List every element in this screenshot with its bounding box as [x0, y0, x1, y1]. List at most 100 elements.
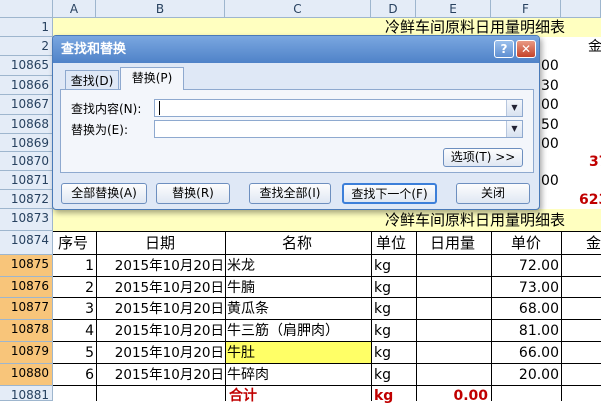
table-border	[53, 385, 601, 386]
cell-e10867[interactable]: 00	[541, 95, 559, 115]
cell-unit[interactable]: kg	[374, 278, 391, 298]
cell-date[interactable]: 2015年10月20日	[97, 256, 224, 276]
cell-date[interactable]: 2015年10月20日	[97, 299, 224, 319]
col-header-c[interactable]: C	[225, 0, 371, 18]
find-next-button[interactable]: 查找下一个(F)	[342, 183, 437, 204]
row-header[interactable]: 10866	[0, 76, 53, 95]
cell-e10871[interactable]: 00	[541, 171, 559, 191]
cell-name[interactable]: 牛碎肉	[227, 365, 269, 385]
th-unit[interactable]: 单位	[376, 233, 406, 253]
row-header[interactable]: 10874	[0, 231, 53, 255]
cell-e10868[interactable]: 50	[541, 115, 559, 135]
cell-unit[interactable]: kg	[374, 256, 391, 276]
row-header-selected[interactable]: 10878	[0, 320, 53, 342]
cell-e10869[interactable]: 00	[541, 134, 559, 154]
row-header-selected[interactable]: 10876	[0, 277, 53, 298]
col-header-b[interactable]: B	[96, 0, 225, 18]
cell-seq[interactable]: 2	[80, 278, 94, 298]
row-header[interactable]: 10871	[0, 171, 53, 190]
tab-find[interactable]: 查找(D)	[65, 70, 119, 89]
total-unit[interactable]: kg	[374, 386, 393, 406]
cell-price[interactable]: 68.00	[493, 299, 559, 319]
cell-unit[interactable]: kg	[374, 299, 391, 319]
cell-seq[interactable]: 3	[80, 299, 94, 319]
th-name[interactable]: 名称	[282, 233, 312, 253]
cell-date[interactable]: 2015年10月20日	[97, 278, 224, 298]
row-header[interactable]: 10865	[0, 56, 53, 76]
table-border	[371, 231, 372, 401]
row-header-selected[interactable]: 10880	[0, 364, 53, 386]
row-header[interactable]: 10870	[0, 152, 53, 171]
table-border	[53, 363, 601, 364]
col-header-f[interactable]: F	[491, 0, 561, 18]
cell-price[interactable]: 20.00	[493, 365, 559, 385]
cell-price[interactable]: 72.00	[493, 256, 559, 276]
cell-name[interactable]: 黄瓜条	[227, 299, 269, 319]
row-header[interactable]: 10873	[0, 209, 53, 231]
th-seq[interactable]: 序号	[58, 233, 88, 253]
cell-unit[interactable]: kg	[374, 365, 391, 385]
chevron-down-icon[interactable]: ▼	[506, 121, 522, 137]
find-replace-dialog[interactable]: 查找和替换 ? ✕ 查找(D) 替换(P) 查找内容(N): ▼ 替换为(E):…	[52, 35, 540, 210]
close-icon[interactable]: ✕	[516, 40, 536, 58]
col-header-e[interactable]: E	[416, 0, 491, 18]
row-header-selected[interactable]: 10875	[0, 255, 53, 277]
select-all-corner[interactable]	[0, 0, 53, 18]
row-header[interactable]: 10868	[0, 115, 53, 134]
text-cursor	[159, 101, 160, 115]
cell-price[interactable]: 66.00	[493, 343, 559, 363]
replace-with-input[interactable]: ▼	[154, 120, 523, 138]
cell-name-highlighted[interactable]: 牛肚	[227, 343, 255, 363]
col-g-header-top: 金	[588, 39, 601, 55]
row-header-selected[interactable]: 10879	[0, 342, 53, 364]
row-header[interactable]: 10881	[0, 386, 53, 402]
row-header[interactable]: 10867	[0, 95, 53, 115]
replace-button[interactable]: 替换(R)	[156, 183, 230, 204]
cell-g10872[interactable]: 623	[579, 190, 601, 210]
cell-g10870[interactable]: 37	[589, 152, 601, 172]
total-daily[interactable]: 0.00	[418, 386, 488, 406]
row-header[interactable]: 10869	[0, 134, 53, 152]
help-icon[interactable]: ?	[494, 40, 514, 58]
replace-all-button[interactable]: 全部替换(A)	[61, 183, 147, 204]
col-header-g[interactable]	[561, 0, 601, 18]
dialog-title: 查找和替换	[61, 42, 127, 57]
col-header-a[interactable]: A	[53, 0, 96, 18]
cell-unit[interactable]: kg	[374, 321, 391, 341]
cell-name[interactable]: 牛腩	[227, 278, 255, 298]
th-price[interactable]: 单价	[511, 233, 541, 253]
th-amount[interactable]: 金	[586, 233, 601, 253]
cell-date[interactable]: 2015年10月20日	[97, 321, 224, 341]
find-what-input[interactable]: ▼	[154, 99, 523, 117]
chevron-down-icon[interactable]: ▼	[506, 100, 522, 116]
find-all-button[interactable]: 查找全部(I)	[249, 183, 331, 204]
cell-seq[interactable]: 6	[80, 365, 94, 385]
row-header[interactable]: 2	[0, 37, 53, 56]
options-button[interactable]: 选项(T) >>	[443, 148, 523, 167]
cell-e10865[interactable]: 00	[541, 56, 559, 76]
tab-replace[interactable]: 替换(P)	[120, 67, 184, 90]
cell-unit[interactable]: kg	[374, 343, 391, 363]
row-header-selected[interactable]: 10877	[0, 298, 53, 320]
row-header[interactable]: 10872	[0, 190, 53, 209]
replace-with-label: 替换为(E):	[71, 123, 128, 137]
cell-seq[interactable]: 1	[80, 256, 94, 276]
sheet-title-top: 冷鲜车间原料日用量明细表	[385, 18, 566, 36]
row-header[interactable]: 1	[0, 18, 53, 37]
col-header-d[interactable]: D	[371, 0, 416, 18]
cell-date[interactable]: 2015年10月20日	[97, 343, 224, 363]
dialog-title-bar[interactable]: 查找和替换	[53, 36, 539, 63]
close-button[interactable]: 关闭	[456, 183, 530, 204]
cell-e10866[interactable]: 30	[541, 76, 559, 96]
cell-seq[interactable]: 5	[80, 343, 94, 363]
cell-price[interactable]: 81.00	[493, 321, 559, 341]
cell-seq[interactable]: 4	[80, 321, 94, 341]
total-label[interactable]: 合计	[229, 386, 257, 406]
cell-name[interactable]: 米龙	[227, 256, 255, 276]
th-daily[interactable]: 日用量	[430, 233, 475, 253]
th-date[interactable]: 日期	[145, 233, 175, 253]
cell-price[interactable]: 73.00	[493, 278, 559, 298]
cell-date[interactable]: 2015年10月20日	[97, 365, 224, 385]
cell-name[interactable]: 牛三筋（肩胛肉）	[227, 321, 339, 341]
sheet-title: 冷鲜车间原料日用量明细表	[385, 211, 566, 229]
